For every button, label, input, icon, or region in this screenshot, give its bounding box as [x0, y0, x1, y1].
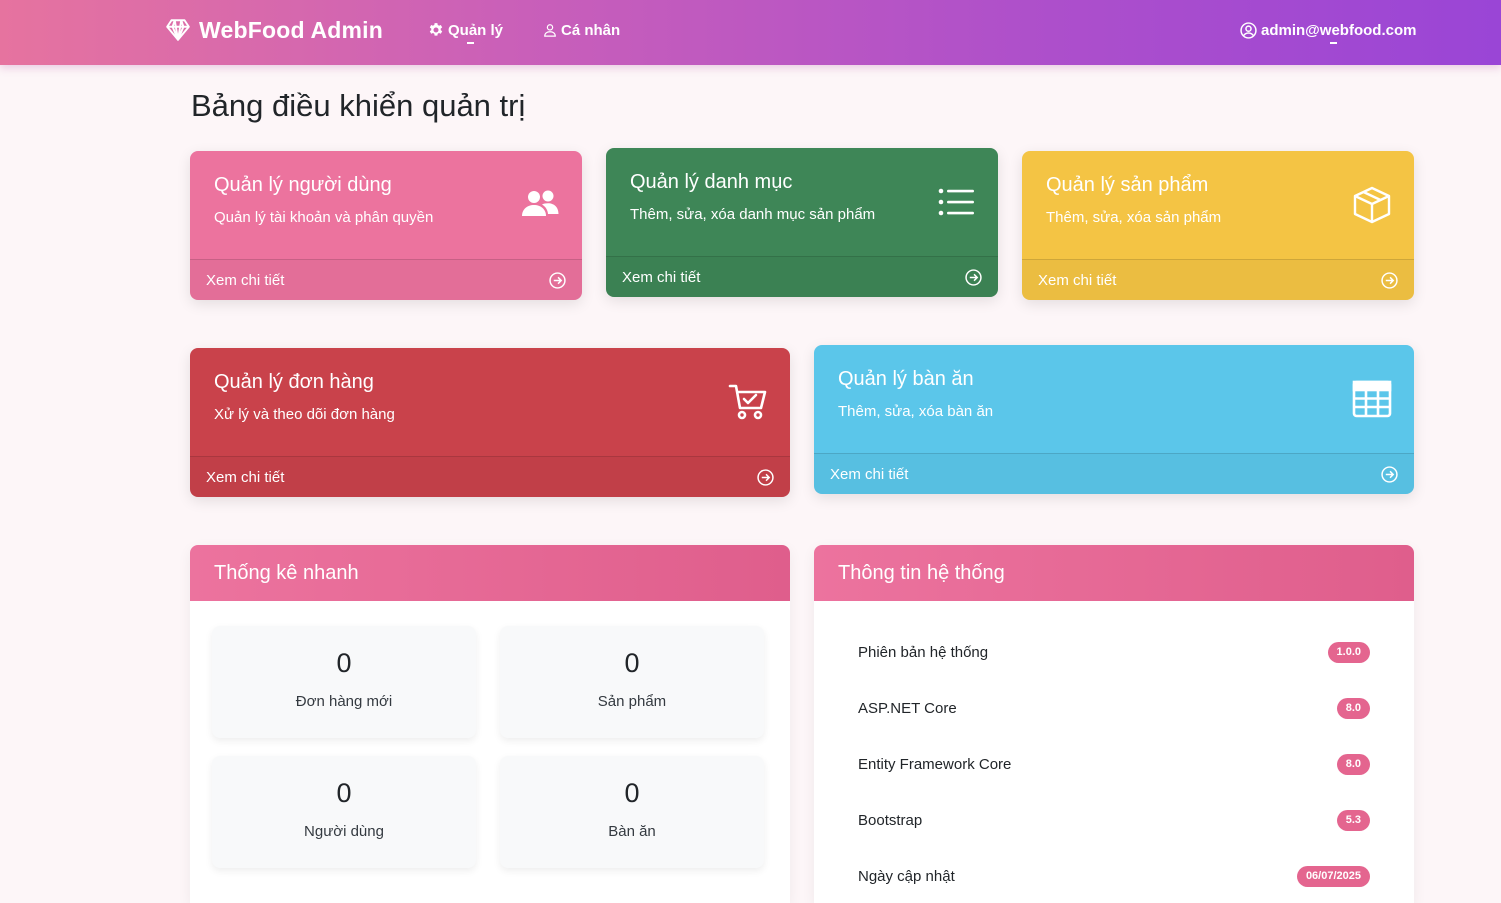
- list-icon: [938, 188, 974, 216]
- version-badge: 8.0: [1336, 697, 1370, 719]
- info-row-bootstrap: Bootstrap 5.3: [858, 805, 1370, 835]
- version-badge: 8.0: [1336, 753, 1370, 775]
- view-details-link[interactable]: Xem chi tiết: [814, 453, 1414, 494]
- card-body: Quản lý người dùng Quản lý tài khoản và …: [190, 151, 582, 259]
- brand-link[interactable]: WebFood Admin: [165, 14, 383, 46]
- quick-stats-panel: Thống kê nhanh 0 Đơn hàng mới 0 Sản phẩm…: [190, 545, 790, 903]
- card-subtitle: Quản lý tài khoản và phân quyền: [214, 209, 434, 226]
- info-row-efcore: Entity Framework Core 8.0: [858, 749, 1370, 779]
- stat-tables: 0 Bàn ăn: [500, 756, 764, 868]
- info-row-aspnet: ASP.NET Core 8.0: [858, 693, 1370, 723]
- stat-label: Sản phẩm: [597, 693, 667, 710]
- panel-title: Thông tin hệ thống: [838, 561, 1005, 584]
- stat-value: 0: [336, 778, 352, 808]
- card-table-management: Quản lý bàn ăn Thêm, sửa, xóa bàn ăn Xem…: [814, 345, 1414, 494]
- card-subtitle: Thêm, sửa, xóa sản phẩm: [1046, 209, 1222, 226]
- nav-manage-dropdown[interactable]: Quản lý: [428, 18, 504, 44]
- cart-check-icon: [728, 384, 767, 420]
- nav-personal-label: Cá nhân: [561, 21, 621, 39]
- view-details-link[interactable]: Xem chi tiết: [190, 259, 582, 300]
- info-label: Ngày cập nhật: [858, 867, 955, 885]
- card-body: Quản lý bàn ăn Thêm, sửa, xóa bàn ăn: [814, 345, 1414, 453]
- card-product-management: Quản lý sản phẩm Thêm, sửa, xóa sản phẩm…: [1022, 151, 1414, 300]
- stat-label: Bàn ăn: [608, 823, 656, 840]
- version-badge: 5.3: [1336, 809, 1370, 831]
- view-details-link[interactable]: Xem chi tiết: [1022, 259, 1414, 300]
- card-body: Quản lý sản phẩm Thêm, sửa, xóa sản phẩm: [1022, 151, 1414, 259]
- view-details-label: Xem chi tiết: [1038, 271, 1117, 289]
- stat-label: Đơn hàng mới: [295, 693, 393, 710]
- view-details-label: Xem chi tiết: [622, 268, 701, 286]
- box-icon: [1353, 186, 1391, 224]
- view-details-link[interactable]: Xem chi tiết: [190, 456, 790, 497]
- nav-personal-dropdown[interactable]: Cá nhân: [543, 18, 620, 42]
- panel-title: Thống kê nhanh: [214, 561, 359, 584]
- table-grid-icon: [1352, 380, 1392, 418]
- stat-users: 0 Người dùng: [212, 756, 476, 868]
- info-row-updated-date: Ngày cập nhật 06/07/2025: [858, 861, 1370, 891]
- nav-manage-label: Quản lý: [448, 21, 504, 39]
- card-order-management: Quản lý đơn hàng Xử lý và theo dõi đơn h…: [190, 348, 790, 497]
- view-details-link[interactable]: Xem chi tiết: [606, 256, 998, 297]
- card-title: Quản lý người dùng: [214, 174, 392, 196]
- dropdown-caret-icon: [467, 42, 474, 44]
- arrow-circle-right-icon: [965, 268, 982, 286]
- diamond-icon: [166, 19, 190, 41]
- info-label: Entity Framework Core: [858, 755, 1012, 773]
- version-badge: 1.0.0: [1327, 641, 1370, 663]
- card-title: Quản lý danh mục: [630, 171, 793, 193]
- panel-header: Thông tin hệ thống: [814, 545, 1414, 601]
- top-navbar: WebFood Admin Quản lý Cá nhân admin@webf…: [0, 0, 1501, 65]
- page-title: Bảng điều khiển quản trị: [191, 88, 526, 123]
- view-details-label: Xem chi tiết: [206, 468, 285, 486]
- card-subtitle: Thêm, sửa, xóa bàn ăn: [838, 403, 994, 420]
- user-circle-icon: [1240, 21, 1257, 39]
- panel-header: Thống kê nhanh: [190, 545, 790, 601]
- card-body: Quản lý danh mục Thêm, sửa, xóa danh mục…: [606, 148, 998, 256]
- info-label: ASP.NET Core: [858, 699, 957, 717]
- system-info-panel: Thông tin hệ thống Phiên bản hệ thống 1.…: [814, 545, 1414, 903]
- card-title: Quản lý bàn ăn: [838, 368, 974, 390]
- users-icon: [522, 190, 559, 216]
- stat-products: 0 Sản phẩm: [500, 626, 764, 738]
- gear-icon: [429, 23, 443, 36]
- stat-new-orders: 0 Đơn hàng mới: [212, 626, 476, 738]
- card-user-management: Quản lý người dùng Quản lý tài khoản và …: [190, 151, 582, 300]
- card-title: Quản lý sản phẩm: [1046, 174, 1209, 196]
- arrow-circle-right-icon: [1381, 465, 1398, 483]
- user-email: admin@webfood.com: [1261, 21, 1417, 39]
- dropdown-caret-icon: [1330, 42, 1337, 44]
- view-details-label: Xem chi tiết: [206, 271, 285, 289]
- info-row-version: Phiên bản hệ thống 1.0.0: [858, 637, 1370, 667]
- stat-value: 0: [624, 648, 640, 678]
- view-details-label: Xem chi tiết: [830, 465, 909, 483]
- info-label: Bootstrap: [858, 811, 923, 829]
- arrow-circle-right-icon: [549, 271, 566, 289]
- nav-user-dropdown[interactable]: admin@webfood.com: [1240, 18, 1417, 44]
- info-label: Phiên bản hệ thống: [858, 643, 989, 661]
- card-title: Quản lý đơn hàng: [214, 371, 374, 393]
- arrow-circle-right-icon: [1381, 271, 1398, 289]
- person-icon: [544, 24, 556, 37]
- arrow-circle-right-icon: [757, 468, 774, 486]
- stat-label: Người dùng: [304, 823, 384, 840]
- card-subtitle: Xử lý và theo dõi đơn hàng: [214, 406, 395, 423]
- stat-value: 0: [624, 778, 640, 808]
- stat-value: 0: [336, 648, 352, 678]
- brand-name: WebFood Admin: [199, 16, 384, 43]
- card-category-management: Quản lý danh mục Thêm, sửa, xóa danh mục…: [606, 148, 998, 297]
- card-subtitle: Thêm, sửa, xóa danh mục sản phẩm: [630, 206, 876, 223]
- card-body: Quản lý đơn hàng Xử lý và theo dõi đơn h…: [190, 348, 790, 456]
- date-badge: 06/07/2025: [1296, 865, 1370, 887]
